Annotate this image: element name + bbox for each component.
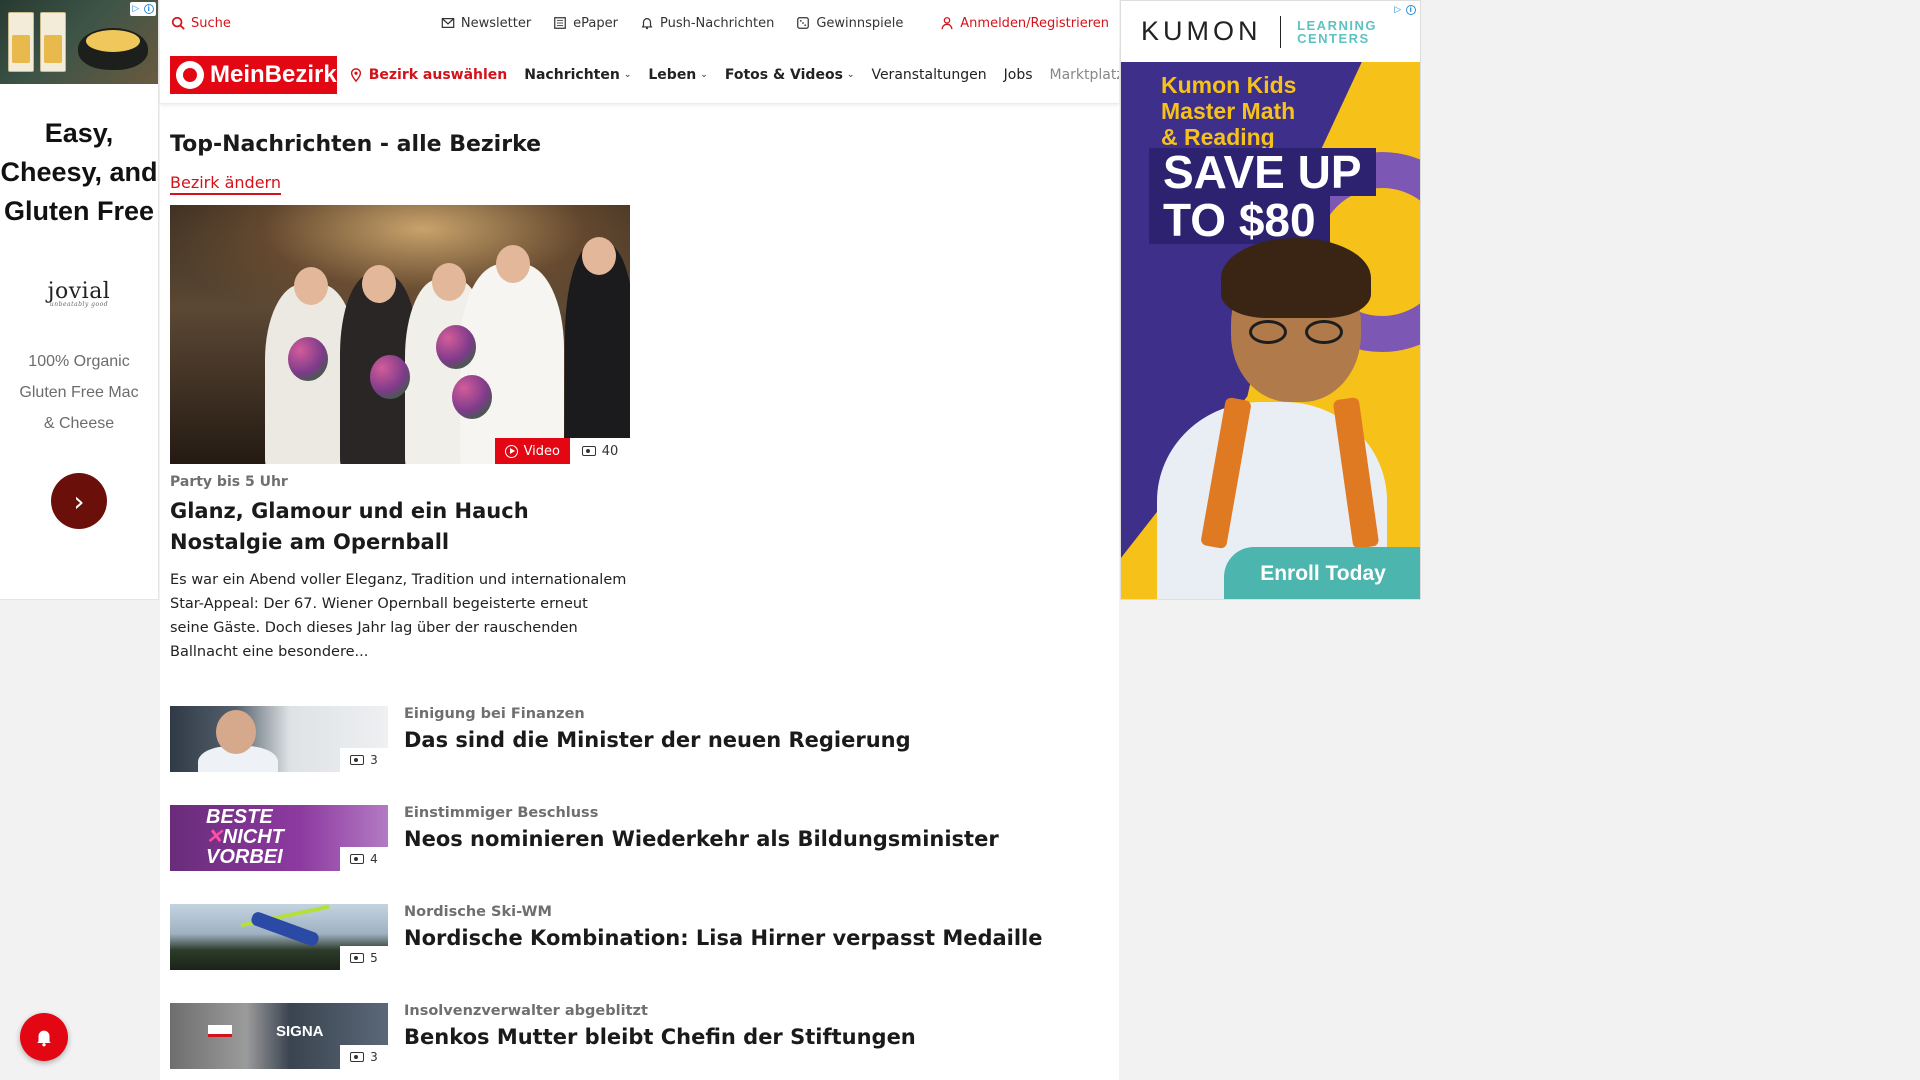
dice-icon <box>797 17 810 29</box>
hero-title[interactable]: Glanz, Glamour und ein Hauch Nostalgie a… <box>170 496 630 558</box>
article-title[interactable]: Nordische Kombination: Lisa Hirner verpa… <box>404 926 1043 950</box>
nav-item-leben[interactable]: Leben ⌄ <box>648 67 707 83</box>
photo-count-badge: 3 <box>340 748 388 772</box>
ad-cta-button[interactable]: › <box>51 473 107 529</box>
article-thumbnail[interactable]: SIGNA 3 <box>170 1003 388 1069</box>
thumb-sign-text: SIGNA <box>276 1023 324 1040</box>
search-icon <box>171 16 185 30</box>
product-box <box>8 12 34 72</box>
camera-icon <box>581 446 596 456</box>
enroll-today-button[interactable]: Enroll Today <box>1224 547 1420 599</box>
article-meta: Nordische Ski-WM Nordische Kombination: … <box>404 904 1043 970</box>
chevron-down-icon: ⌄ <box>846 69 855 80</box>
article-kicker: Einigung bei Finanzen <box>404 706 585 722</box>
right-rectangle-ad[interactable]: KUMON LEARNING CENTERS Kumon Kids Master… <box>1120 0 1421 600</box>
notifications-button[interactable] <box>20 1013 68 1061</box>
article-row[interactable]: 5 Nordische Ski-WM Nordische Kombination… <box>170 904 1119 970</box>
glasses-illustration <box>1249 320 1349 344</box>
section-title: Top-Nachrichten - alle Bezirke <box>170 132 542 157</box>
newspaper-icon <box>554 17 567 29</box>
hero-article[interactable]: Video 40 Party bis 5 Uhr Glanz, Glamour … <box>170 205 630 664</box>
article-kicker: Insolvenzverwalter abgeblitzt <box>404 1003 648 1019</box>
nav-item-fotos-videos[interactable]: Fotos & Videos ⌄ <box>725 67 855 83</box>
info-icon: i <box>1405 5 1416 15</box>
camera-icon <box>350 953 365 963</box>
sweepstakes-link[interactable]: Gewinnspiele <box>796 16 903 31</box>
chevron-right-icon: › <box>73 484 85 518</box>
article-kicker: Einstimmiger Beschluss <box>404 805 599 821</box>
newsletter-link[interactable]: Newsletter <box>441 16 531 31</box>
camera-icon <box>350 755 365 765</box>
article-thumbnail[interactable]: 5 <box>170 904 388 970</box>
user-icon <box>941 17 953 30</box>
chevron-down-icon: ⌄ <box>623 69 632 80</box>
article-meta: Einstimmiger Beschluss Neos nominieren W… <box>404 805 999 871</box>
photo-count-badge: 5 <box>340 946 388 970</box>
play-icon: ▷ <box>132 4 140 14</box>
envelope-icon <box>441 18 455 28</box>
site-logo[interactable]: MeinBezirk <box>170 55 337 94</box>
mac-bowl <box>78 28 148 70</box>
play-icon <box>504 444 518 458</box>
epaper-link[interactable]: ePaper <box>553 16 618 31</box>
kumon-header: KUMON LEARNING CENTERS <box>1121 1 1420 62</box>
ad-description: 100% Organic Gluten Free Mac & Cheese <box>19 353 139 432</box>
bell-icon <box>641 18 653 30</box>
nav-item-veranstaltungen[interactable]: Veranstaltungen <box>871 67 986 83</box>
article-title[interactable]: Das sind die Minister der neuen Regierun… <box>404 728 911 752</box>
article-meta: Einigung bei Finanzen Das sind die Minis… <box>404 706 911 772</box>
camera-icon <box>350 1052 365 1062</box>
hero-teaser: Es war ein Abend voller Eleganz, Traditi… <box>170 572 627 660</box>
login-link[interactable]: Anmelden/Registrieren <box>940 16 1109 31</box>
ad-choices-badge[interactable]: ▷ i <box>130 2 156 16</box>
left-skyscraper-ad[interactable]: ▷ i Easy, Cheesy, and Gluten Free jovial u… <box>0 0 159 600</box>
hero-image[interactable]: Video 40 <box>170 205 630 464</box>
nav-item-jobs[interactable]: Jobs <box>1004 67 1033 83</box>
location-pin-icon <box>350 67 361 82</box>
article-title[interactable]: Benkos Mutter bleibt Chefin der Stiftung… <box>404 1025 916 1049</box>
article-row[interactable]: BESTE ✕NICHT VORBEI 4 Einstimmiger Beschlu… <box>170 805 1119 871</box>
article-title[interactable]: Neos nominieren Wiederkehr als Bildungsm… <box>404 827 999 851</box>
product-box <box>40 12 66 72</box>
play-icon: ▷ <box>1394 5 1402 15</box>
article-list: 3 Einigung bei Finanzen Das sind die Min… <box>170 706 1119 1069</box>
article-thumbnail[interactable]: BESTE ✕NICHT VORBEI 4 <box>170 805 388 871</box>
photo-count-badge: 4 <box>340 847 388 871</box>
hero-kicker: Party bis 5 Uhr <box>170 474 288 490</box>
article-row[interactable]: 3 Einigung bei Finanzen Das sind die Min… <box>170 706 1119 772</box>
kumon-tagline: Kumon Kids Master Math & Reading <box>1161 72 1297 150</box>
kumon-logo: KUMON <box>1141 16 1262 46</box>
content-area: Top-Nachrichten - alle Bezirke Bezirk än… <box>160 104 1119 1069</box>
kumon-subbrand: LEARNING CENTERS <box>1297 17 1377 46</box>
camera-icon <box>350 854 365 864</box>
photo-count-badge: 3 <box>340 1045 388 1069</box>
nav-item-nachrichten[interactable]: Nachrichten ⌄ <box>524 67 631 83</box>
article-kicker: Nordische Ski-WM <box>404 904 552 920</box>
change-district-link[interactable]: Bezirk ändern <box>170 173 281 195</box>
logo-sun-icon <box>176 60 204 89</box>
article-meta: Insolvenzverwalter abgeblitzt Benkos Mut… <box>404 1003 916 1069</box>
photo-count-badge: 40 <box>570 438 630 464</box>
bell-icon <box>37 1030 51 1047</box>
select-district-button[interactable]: Bezirk auswählen <box>349 67 507 83</box>
article-row[interactable]: SIGNA 3 Insolvenzverwalter abgeblitzt Be… <box>170 1003 1119 1069</box>
offer-line-1: SAVE UP <box>1149 148 1376 196</box>
article-thumbnail[interactable]: 3 <box>170 706 388 772</box>
thumb-campaign-text: BESTE ✕NICHT VORBEI <box>206 806 284 868</box>
push-notifications-link[interactable]: Push-Nachrichten <box>640 16 774 31</box>
ad-headline: Easy, Cheesy, and Gluten Free <box>0 118 158 226</box>
ad-brand-logo: jovial unbeatably good <box>47 279 111 308</box>
offer-line-2: TO $80 <box>1149 196 1330 244</box>
info-icon: i <box>143 4 154 14</box>
search-link[interactable]: Suche <box>171 16 231 31</box>
nav-item-marktplatz[interactable]: Marktplatz <box>1050 67 1120 83</box>
main-navigation: MeinBezirk Bezirk auswählen Nachrichten ⌄… <box>160 46 1119 104</box>
chevron-down-icon: ⌄ <box>700 69 708 80</box>
utility-links: Newsletter ePaper Push-Nachrichten Gewin… <box>441 16 903 31</box>
main-column: Suche Newsletter ePaper Push-Nachrichten… <box>160 0 1119 1080</box>
kumon-creative: Kumon Kids Master Math & Reading SAVE UP… <box>1121 62 1420 599</box>
ad-choices-badge[interactable]: ▷ i <box>1392 3 1418 17</box>
utility-bar: Suche Newsletter ePaper Push-Nachrichten… <box>160 0 1119 46</box>
video-badge: Video <box>494 438 570 464</box>
